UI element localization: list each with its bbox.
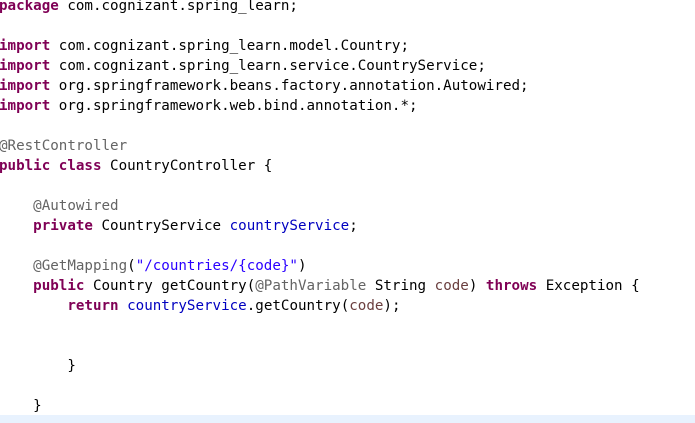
code-line-package: package com.cognizant.spring_learn; — [0, 0, 298, 16]
keyword: package — [0, 0, 59, 14]
code-line-annotation: @GetMapping("/countries/{code}") — [0, 256, 307, 276]
semicolon: ; — [349, 218, 358, 234]
field-type: CountryService — [92, 218, 230, 234]
code-line-field: private CountryService countryService; — [0, 216, 358, 236]
exception-type: Exception { — [537, 278, 640, 294]
keyword: class — [58, 158, 102, 174]
closing-brace: } — [33, 398, 42, 414]
param-type: String — [366, 278, 435, 294]
code-line-return: return countryService.getCountry(code); — [0, 296, 401, 316]
code-line-method-signature: public Country getCountry(@PathVariable … — [0, 276, 640, 296]
code-line-brace: } — [0, 396, 42, 416]
code-line-brace: } — [0, 356, 76, 376]
keyword: import — [0, 98, 51, 114]
current-line-highlight — [0, 415, 695, 423]
code-line-import: import org.springframework.web.bind.anno… — [0, 96, 418, 116]
code-line-import: import org.springframework.beans.factory… — [0, 76, 529, 96]
import-path: com.cognizant.spring_learn.service.Count… — [50, 58, 486, 74]
string-literal: "/countries/{code}" — [135, 258, 298, 274]
field-name: countryService — [229, 218, 350, 234]
keyword: public — [0, 158, 51, 174]
closing-brace: } — [67, 358, 76, 374]
annotation: @RestController — [0, 138, 128, 154]
code-line-import: import com.cognizant.spring_learn.model.… — [0, 36, 409, 56]
code-editor[interactable]: package com.cognizant.spring_learn; impo… — [0, 0, 695, 423]
code-line-annotation: @RestController — [0, 136, 127, 156]
method-call: .getCountry( — [246, 298, 350, 314]
keyword: public — [33, 278, 85, 294]
keyword: throws — [485, 278, 538, 294]
code-line-class-declaration: public class CountryController { — [0, 156, 272, 176]
paren: ) — [297, 258, 307, 274]
paren: ( — [127, 258, 136, 274]
method-signature: Country getCountry( — [84, 278, 256, 294]
keyword: import — [0, 58, 51, 74]
field-reference: countryService — [127, 298, 247, 314]
keyword: private — [33, 218, 93, 234]
keyword: return — [67, 298, 119, 314]
annotation: @Autowired — [33, 198, 119, 214]
annotation: @GetMapping — [33, 258, 128, 274]
annotation: @PathVariable — [255, 278, 367, 294]
call-end: ); — [383, 298, 401, 314]
package-name: com.cognizant.spring_learn; — [58, 0, 298, 14]
keyword: import — [0, 38, 51, 54]
keyword: import — [0, 78, 51, 94]
class-name: CountryController { — [101, 158, 273, 174]
import-path: org.springframework.beans.factory.annota… — [50, 78, 529, 94]
param-name: code — [349, 298, 384, 314]
code-line-import: import com.cognizant.spring_learn.servic… — [0, 56, 486, 76]
paren: ) — [468, 278, 486, 294]
code-line-annotation: @Autowired — [0, 196, 119, 216]
param-name: code — [434, 278, 469, 294]
import-path: com.cognizant.spring_learn.model.Country… — [50, 38, 409, 54]
import-path: org.springframework.web.bind.annotation.… — [50, 98, 418, 114]
